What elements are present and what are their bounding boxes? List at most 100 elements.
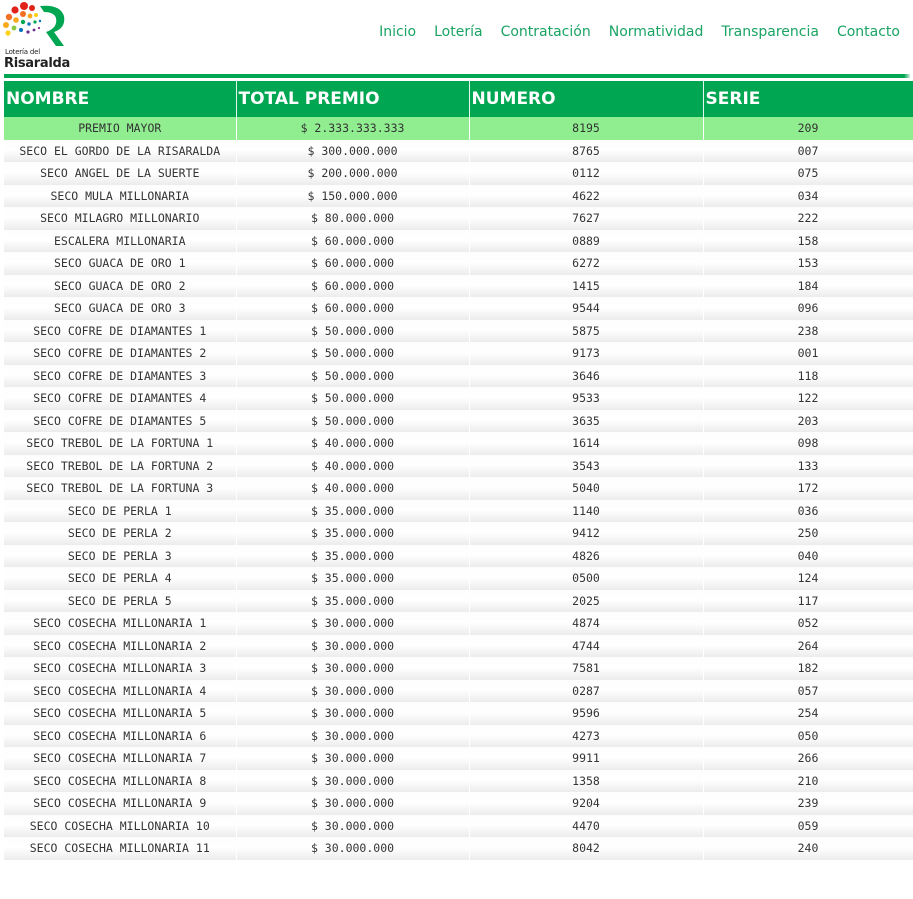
table-row: ESCALERA MILLONARIA $ 60.000.000 0889 158 <box>4 229 913 252</box>
table-row: SECO GUACA DE ORO 3 $ 60.000.000 9544 096 <box>4 297 913 320</box>
cell-numero: 4470 <box>469 814 704 837</box>
cell-serie: 172 <box>703 477 913 500</box>
nav-item-contratacion[interactable]: Contratación <box>501 24 591 40</box>
site-header: Lotería del Risaralda Inicio Lotería Con… <box>0 0 913 74</box>
cell-serie: 050 <box>703 724 913 747</box>
cell-serie: 124 <box>703 567 913 590</box>
table-row: SECO EL GORDO DE LA RISARALDA $ 300.000.0… <box>4 139 913 162</box>
table-row: SECO COSECHA MILLONARIA 1 $ 30.000.000 487… <box>4 612 913 635</box>
cell-numero: 4874 <box>469 612 704 635</box>
cell-numero: 3646 <box>469 364 704 387</box>
cell-numero: 0287 <box>469 679 704 702</box>
cell-serie: 133 <box>703 454 913 477</box>
table-header-row: NOMBRE TOTAL PREMIO NUMERO SERIE <box>4 81 913 117</box>
cell-serie: 266 <box>703 747 913 770</box>
cell-serie: 007 <box>703 139 913 162</box>
cell-serie: 209 <box>703 117 913 140</box>
cell-nombre: SECO TREBOL DE LA FORTUNA 2 <box>4 454 237 477</box>
cell-nombre: SECO COSECHA MILLONARIA 4 <box>4 679 237 702</box>
cell-total-premio: $ 35.000.000 <box>236 522 470 545</box>
table-row: SECO DE PERLA 1 $ 35.000.000 1140 036 <box>4 499 913 522</box>
cell-numero: 9204 <box>469 792 704 815</box>
cell-nombre: SECO TREBOL DE LA FORTUNA 3 <box>4 477 237 500</box>
cell-serie: 153 <box>703 252 913 275</box>
cell-serie: 036 <box>703 499 913 522</box>
cell-nombre: SECO DE PERLA 5 <box>4 589 237 612</box>
cell-numero: 0500 <box>469 567 704 590</box>
cell-numero: 0112 <box>469 162 704 185</box>
table-row: SECO COSECHA MILLONARIA 3 $ 30.000.000 758… <box>4 657 913 680</box>
cell-numero: 9173 <box>469 342 704 365</box>
logo-text-line2: Risaralda <box>4 56 70 71</box>
table-row: PREMIO MAYOR $ 2.333.333.333 8195 209 <box>4 117 913 140</box>
table-row: SECO COSECHA MILLONARIA 9 $ 30.000.000 920… <box>4 792 913 815</box>
cell-nombre: SECO COSECHA MILLONARIA 3 <box>4 657 237 680</box>
table-row: SECO DE PERLA 5 $ 35.000.000 2025 117 <box>4 589 913 612</box>
table-row: SECO DE PERLA 3 $ 35.000.000 4826 040 <box>4 544 913 567</box>
table-row: SECO DE PERLA 2 $ 35.000.000 9412 250 <box>4 522 913 545</box>
logo-text-line1: Lotería del <box>5 48 40 56</box>
cell-serie: 118 <box>703 364 913 387</box>
nav-item-loteria[interactable]: Lotería <box>434 24 482 40</box>
cell-numero: 1140 <box>469 499 704 522</box>
cell-numero: 4826 <box>469 544 704 567</box>
cell-nombre: SECO COSECHA MILLONARIA 10 <box>4 814 237 837</box>
header-serie: SERIE <box>703 81 913 117</box>
cell-serie: 057 <box>703 679 913 702</box>
table-row: SECO COFRE DE DIAMANTES 5 $ 50.000.000 363… <box>4 409 913 432</box>
header-divider <box>4 74 904 78</box>
cell-numero: 1415 <box>469 274 704 297</box>
header-numero: NUMERO <box>469 81 704 117</box>
cell-serie: 240 <box>703 837 913 860</box>
cell-numero: 4273 <box>469 724 704 747</box>
cell-numero: 4744 <box>469 634 704 657</box>
cell-serie: 250 <box>703 522 913 545</box>
cell-serie: 254 <box>703 702 913 725</box>
table-row: SECO COSECHA MILLONARIA 4 $ 30.000.000 028… <box>4 679 913 702</box>
cell-nombre: SECO MULA MILLONARIA <box>4 184 237 207</box>
table-row: SECO COFRE DE DIAMANTES 1 $ 50.000.000 587… <box>4 319 913 342</box>
cell-serie: 158 <box>703 229 913 252</box>
cell-serie: 096 <box>703 297 913 320</box>
table-row: SECO DE PERLA 4 $ 35.000.000 0500 124 <box>4 567 913 590</box>
nav-item-transparencia[interactable]: Transparencia <box>721 24 819 40</box>
cell-nombre: PREMIO MAYOR <box>4 117 237 140</box>
table-row: SECO GUACA DE ORO 2 $ 60.000.000 1415 184 <box>4 274 913 297</box>
cell-serie: 098 <box>703 432 913 455</box>
cell-total-premio: $ 40.000.000 <box>236 432 470 455</box>
nav-item-normatividad[interactable]: Normatividad <box>609 24 704 40</box>
cell-serie: 184 <box>703 274 913 297</box>
cell-serie: 001 <box>703 342 913 365</box>
cell-total-premio: $ 80.000.000 <box>236 207 470 230</box>
cell-numero: 3543 <box>469 454 704 477</box>
loteria-logo[interactable]: Lotería del Risaralda <box>2 2 70 72</box>
cell-total-premio: $ 30.000.000 <box>236 702 470 725</box>
cell-total-premio: $ 150.000.000 <box>236 184 470 207</box>
cell-nombre: SECO GUACA DE ORO 1 <box>4 252 237 275</box>
cell-nombre: SECO COSECHA MILLONARIA 6 <box>4 724 237 747</box>
cell-nombre: SECO GUACA DE ORO 3 <box>4 297 237 320</box>
cell-total-premio: $ 50.000.000 <box>236 409 470 432</box>
table-row: SECO TREBOL DE LA FORTUNA 3 $ 40.000.000 5… <box>4 477 913 500</box>
cell-numero: 1614 <box>469 432 704 455</box>
cell-nombre: SECO DE PERLA 3 <box>4 544 237 567</box>
cell-numero: 9544 <box>469 297 704 320</box>
table-row: SECO COSECHA MILLONARIA 7 $ 30.000.000 991… <box>4 747 913 770</box>
cell-nombre: SECO COFRE DE DIAMANTES 2 <box>4 342 237 365</box>
cell-total-premio: $ 30.000.000 <box>236 769 470 792</box>
table-row: SECO GUACA DE ORO 1 $ 60.000.000 6272 153 <box>4 252 913 275</box>
cell-numero: 8195 <box>469 117 704 140</box>
nav-item-inicio[interactable]: Inicio <box>379 24 416 40</box>
nav-item-contacto[interactable]: Contacto <box>837 24 900 40</box>
table-row: SECO COFRE DE DIAMANTES 4 $ 50.000.000 953… <box>4 387 913 410</box>
cell-serie: 264 <box>703 634 913 657</box>
results-table-container: NOMBRE TOTAL PREMIO NUMERO SERIE PREMIO … <box>4 81 913 860</box>
cell-numero: 4622 <box>469 184 704 207</box>
cell-serie: 040 <box>703 544 913 567</box>
table-row: SECO MULA MILLONARIA $ 150.000.000 4622 034 <box>4 184 913 207</box>
cell-nombre: SECO COSECHA MILLONARIA 7 <box>4 747 237 770</box>
results-table: NOMBRE TOTAL PREMIO NUMERO SERIE PREMIO … <box>4 81 913 860</box>
table-body: PREMIO MAYOR $ 2.333.333.333 8195 209 SECO E… <box>4 117 913 860</box>
cell-nombre: SECO COSECHA MILLONARIA 9 <box>4 792 237 815</box>
cell-serie: 075 <box>703 162 913 185</box>
